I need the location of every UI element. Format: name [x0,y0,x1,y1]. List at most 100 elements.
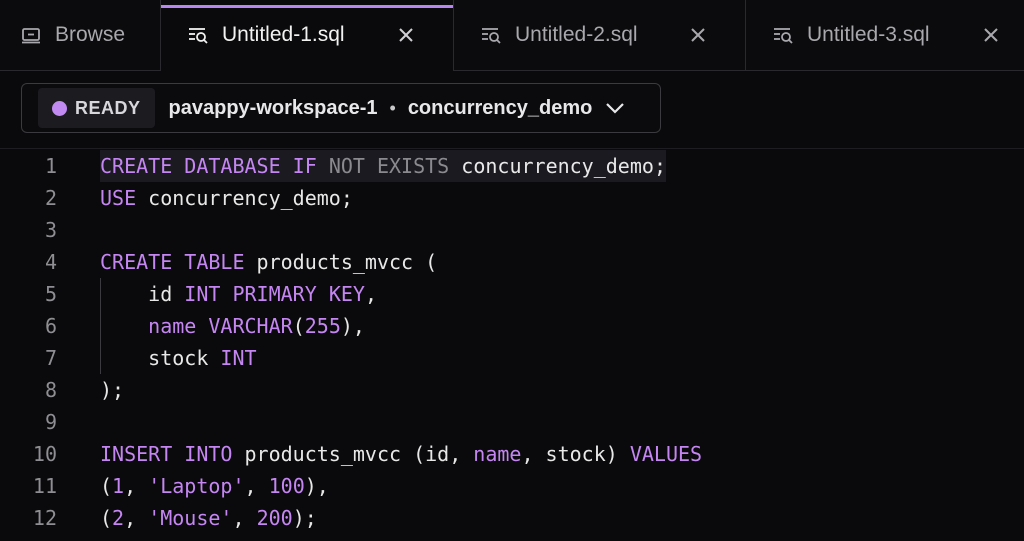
sql-string: 'Laptop' [148,474,245,498]
close-icon[interactable] [980,24,1002,46]
code-line[interactable]: 2 USE concurrency_demo; [0,182,1024,214]
line-number: 4 [44,250,57,274]
tab-untitled-2[interactable]: Untitled-2.sql [454,0,746,70]
line-number: 10 [32,442,57,466]
sql-editor[interactable]: 1 CREATE DATABASE IF NOT EXISTS concurren… [0,150,1024,541]
close-icon[interactable] [687,24,709,46]
status-badge: READY [38,88,155,128]
sql-token: NOT EXISTS [328,154,450,178]
sql-token: , [232,506,257,530]
code-text: (1, 'Laptop', 100), [100,470,329,502]
sql-token: ( [100,506,113,530]
sql-token: , stock) [521,442,630,466]
sql-token: ( [292,314,305,338]
workspace-name: pavappy-workspace-1 [168,96,378,119]
line-number: 9 [44,410,57,434]
code-line[interactable]: 12 (2, 'Mouse', 200); [0,502,1024,534]
sql-keyword: VALUES [629,442,703,466]
sql-keyword: TABLE [184,250,245,274]
code-text: ); [100,374,124,406]
sql-number: 255 [304,314,341,338]
sql-token: ); [292,506,317,530]
tab-browse[interactable]: Browse [0,0,161,70]
code-text: (2, 'Mouse', 200); [100,502,317,534]
sql-keyword: INT [184,282,221,306]
sql-token: concurrency_demo; [136,186,353,210]
sql-keyword: PRIMARY [232,282,317,306]
tab-label: Untitled-3.sql [807,23,930,46]
query-file-icon [772,24,794,46]
sql-keyword: USE [100,186,137,210]
sql-token: , [244,474,269,498]
sql-token: ), [304,474,329,498]
code-line[interactable]: 5 id INT PRIMARY KEY, [0,278,1024,310]
sql-token: ); [100,378,125,402]
sql-token: ), [340,314,365,338]
code-line[interactable]: 7 stock INT [0,342,1024,374]
sql-keyword: INSERT [100,442,173,466]
code-line[interactable]: 4 CREATE TABLE products_mvcc ( [0,246,1024,278]
sql-token: , [124,474,149,498]
tab-untitled-3[interactable]: Untitled-3.sql [746,0,1024,70]
line-number: 5 [44,282,57,306]
code-text: stock INT [100,342,256,374]
line-number: 7 [44,346,57,370]
sql-token: products_mvcc ( [244,250,438,274]
sql-number: 2 [112,506,125,530]
sql-keyword: DATABASE [184,154,281,178]
code-text: INSERT INTO products_mvcc (id, name, sto… [100,438,702,470]
line-number: 3 [44,218,57,242]
sql-token: , [124,506,149,530]
divider [0,148,1024,149]
sql-token: products_mvcc (id, [232,442,474,466]
sql-keyword: CREATE [100,250,173,274]
sql-keyword: name [148,314,197,338]
query-file-icon [187,24,209,46]
query-file-icon [480,24,502,46]
sql-token: ( [100,474,113,498]
sql-keyword: KEY [328,282,365,306]
line-number: 8 [44,378,57,402]
workspace-database-selector[interactable]: READY pavappy-workspace-1 • concurrency_… [21,83,661,133]
code-line[interactable]: 1 CREATE DATABASE IF NOT EXISTS concurren… [0,150,1024,182]
line-number: 1 [44,154,57,178]
code-text: id INT PRIMARY KEY, [100,278,377,310]
sql-token: stock [100,346,221,370]
close-icon[interactable] [395,24,417,46]
code-text: CREATE TABLE products_mvcc ( [100,246,437,278]
code-line[interactable]: 10 INSERT INTO products_mvcc (id, name, s… [0,438,1024,470]
database-name: concurrency_demo [407,96,593,119]
sql-keyword: CREATE [100,154,173,178]
sql-number: 200 [256,506,293,530]
separator-dot: • [389,97,396,118]
tab-label: Untitled-2.sql [515,23,638,46]
code-line[interactable]: 6 name VARCHAR(255), [0,310,1024,342]
sql-keyword: INTO [184,442,233,466]
chevron-down-icon[interactable] [604,97,626,119]
sql-keyword: IF [292,154,317,178]
tab-bar: Browse Untitled-1.sql Untitled-2.sql Unt… [0,0,1024,71]
sql-number: 1 [112,474,125,498]
sql-token: id [100,282,185,306]
tab-untitled-1[interactable]: Untitled-1.sql [161,0,454,71]
line-number: 2 [44,186,57,210]
code-text: CREATE DATABASE IF NOT EXISTS concurrenc… [100,150,666,182]
sql-token: , [364,282,377,306]
code-line[interactable]: 8); [0,374,1024,406]
code-line[interactable]: 11 (1, 'Laptop', 100), [0,470,1024,502]
sql-token: concurrency_demo [449,154,654,178]
tab-label: Untitled-1.sql [222,23,345,46]
line-number: 6 [44,314,57,338]
code-line[interactable]: 3 [0,214,1024,246]
sql-keyword: VARCHAR [208,314,293,338]
code-line[interactable]: 9 [0,406,1024,438]
